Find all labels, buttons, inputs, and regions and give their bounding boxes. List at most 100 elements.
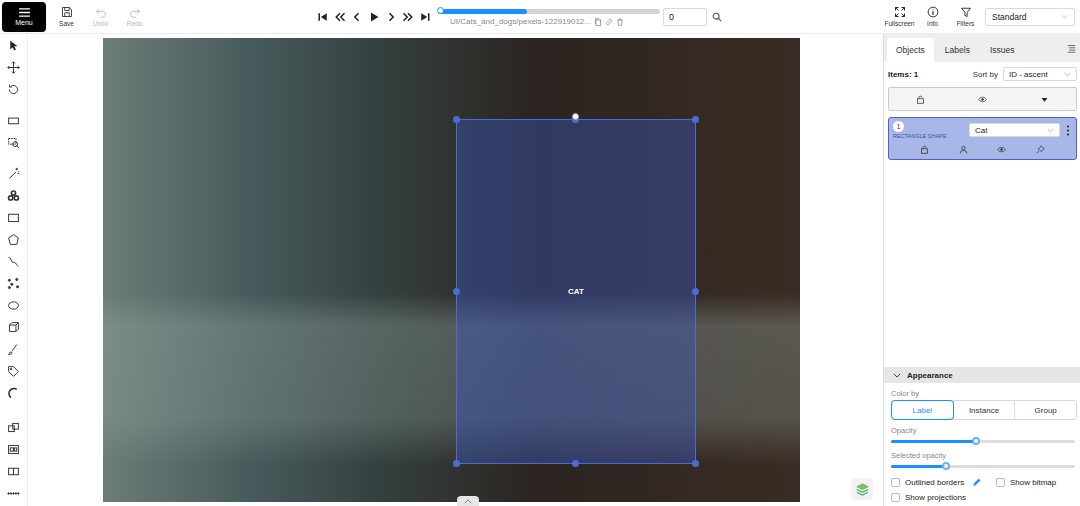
pencil-icon[interactable] [972, 478, 981, 487]
checkbox-row[interactable]: Outlined borders [891, 478, 996, 487]
resize-handle[interactable] [453, 288, 460, 295]
brush-tool[interactable] [3, 338, 25, 360]
search-icon[interactable] [712, 12, 722, 22]
slider-knob[interactable] [942, 462, 950, 470]
frame-slider[interactable] [438, 9, 660, 14]
fit-tool[interactable] [3, 109, 25, 131]
appearance-body: Color byLabelInstanceGroupOpacitySelecte… [884, 383, 1080, 506]
save-button[interactable]: Save [51, 6, 82, 27]
opencv-tool[interactable] [3, 184, 25, 206]
fast-forward-button[interactable] [401, 9, 415, 25]
color-by-group: LabelInstanceGroup [891, 400, 1077, 420]
ellipse-tool[interactable] [3, 294, 25, 316]
slider-knob[interactable] [437, 7, 444, 14]
caret-down-icon[interactable] [1040, 95, 1049, 104]
play-button[interactable] [367, 9, 381, 25]
object-card[interactable]: 1RECTANGLE SHAPECat [888, 117, 1077, 160]
slider-fill [891, 465, 946, 468]
cuboid-tool[interactable] [3, 316, 25, 338]
layers-button[interactable] [851, 478, 873, 500]
polygon-tool[interactable] [3, 228, 25, 250]
checkbox-row[interactable]: Show projections [891, 493, 996, 502]
color-by-option[interactable]: Label [892, 401, 953, 419]
previous-frame-button[interactable] [350, 9, 364, 25]
color-by-option[interactable]: Group [1014, 401, 1076, 419]
checkbox[interactable] [996, 478, 1005, 487]
more-tool[interactable] [3, 482, 25, 504]
kebab-icon[interactable] [1066, 125, 1070, 136]
rotation-handle[interactable] [572, 113, 579, 120]
frame-input[interactable]: 0 [663, 8, 707, 26]
next-frame-button[interactable] [384, 9, 398, 25]
magic-wand-tool[interactable] [3, 162, 25, 184]
list-icon[interactable] [1067, 44, 1076, 53]
split-tool[interactable] [3, 460, 25, 482]
eye-icon[interactable] [997, 145, 1006, 154]
slider-label: Selected opacity [891, 451, 1077, 460]
polyline-tool[interactable] [3, 250, 25, 272]
cursor-tool[interactable] [3, 34, 25, 56]
next-frame-icon [385, 11, 397, 23]
sort-select[interactable]: ID - ascent [1003, 67, 1077, 81]
filters-button[interactable]: Filters [950, 6, 981, 27]
menu-button[interactable]: Menu [2, 2, 46, 32]
sidebar-tab[interactable]: Labels [936, 38, 979, 62]
undo-button[interactable]: Undo [85, 6, 116, 27]
workspace-select[interactable]: Standard [985, 8, 1075, 26]
color-by-option[interactable]: Instance [953, 401, 1015, 419]
resize-handle[interactable] [692, 460, 699, 467]
polyline-icon [7, 255, 20, 268]
object-actions [893, 139, 1072, 156]
lock-icon[interactable] [916, 95, 925, 104]
fast-backward-button[interactable] [333, 9, 347, 25]
redo-button[interactable]: Redo [119, 6, 150, 27]
checkbox-label: Show bitmap [1010, 478, 1056, 487]
merge-tool[interactable] [3, 416, 25, 438]
label-select[interactable]: Cat [969, 123, 1060, 137]
rotate-tool[interactable] [3, 78, 25, 100]
first-frame-button[interactable] [316, 9, 330, 25]
last-frame-button[interactable] [418, 9, 432, 25]
link-icon[interactable] [605, 18, 613, 26]
move-tool[interactable] [3, 56, 25, 78]
player: UI/Cats_and_dogs/pexels-122919012...0 [316, 7, 722, 26]
tag-tool[interactable] [3, 360, 25, 382]
lock-icon[interactable] [920, 145, 929, 154]
copy-icon[interactable] [594, 18, 602, 26]
points-tool[interactable] [3, 272, 25, 294]
canvas[interactable]: CAT [28, 34, 883, 506]
user-icon[interactable] [959, 145, 968, 154]
rectangle-tool[interactable] [3, 206, 25, 228]
slider-knob[interactable] [972, 437, 980, 445]
resize-handle[interactable] [453, 460, 460, 467]
eye-icon[interactable] [978, 95, 987, 104]
opacity-slider[interactable] [891, 440, 1075, 443]
appearance-header[interactable]: Appearance [884, 367, 1080, 383]
appearance-panel: AppearanceColor byLabelInstanceGroupOpac… [884, 367, 1080, 506]
points-icon [7, 277, 20, 290]
chevron-down-icon [1061, 14, 1068, 19]
checkbox[interactable] [891, 493, 900, 502]
skeleton-tool[interactable] [3, 382, 25, 404]
resize-handle[interactable] [453, 116, 460, 123]
checkbox-row[interactable]: Show bitmap [996, 478, 1077, 487]
resize-handle[interactable] [692, 116, 699, 123]
pin-icon[interactable] [1036, 145, 1045, 154]
info-button[interactable]: Info [917, 6, 948, 27]
trash-icon[interactable] [616, 18, 624, 26]
slider-fill [891, 440, 976, 443]
label-value: Cat [975, 126, 987, 135]
resize-handle[interactable] [692, 288, 699, 295]
bottom-panel-toggle[interactable] [457, 496, 479, 506]
checkbox-group: Outlined borders Show bitmap Show projecti… [891, 478, 1077, 502]
sidebar-tab[interactable]: Objects [887, 38, 934, 62]
annotation-app: MenuSaveUndoRedo UI/Cats_and_dogs/pexels-… [0, 0, 1080, 506]
group-tool[interactable] [3, 438, 25, 460]
fullscreen-button[interactable]: Fullscreen [884, 6, 915, 27]
bounding-box[interactable]: CAT [456, 119, 696, 464]
opacity-slider[interactable] [891, 465, 1075, 468]
zoom-region-tool[interactable] [3, 131, 25, 153]
checkbox[interactable] [891, 478, 900, 487]
sidebar-tab[interactable]: Issues [981, 38, 1024, 62]
resize-handle[interactable] [572, 460, 579, 467]
